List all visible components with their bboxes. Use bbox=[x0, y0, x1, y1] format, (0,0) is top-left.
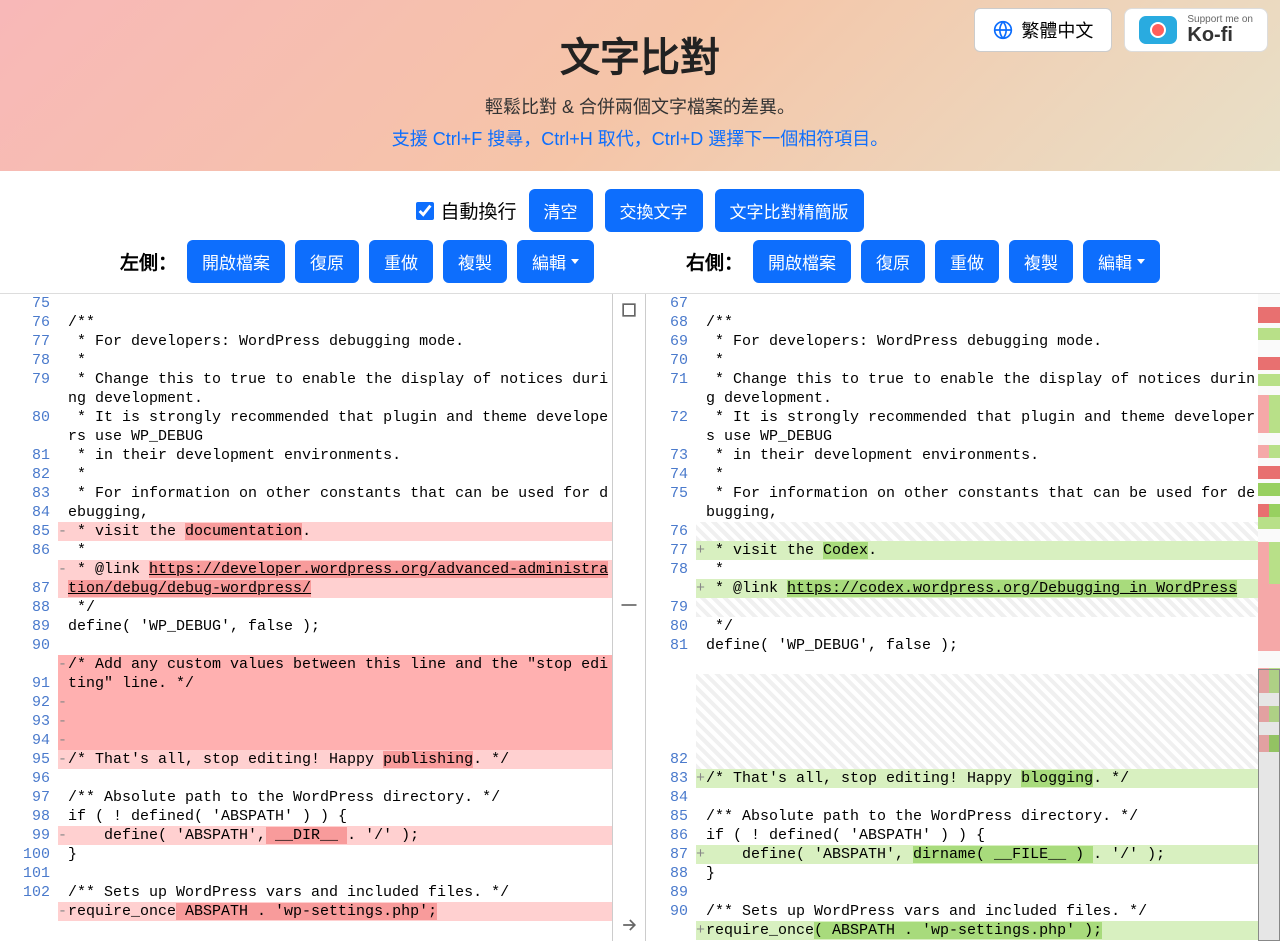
right-undo-button[interactable]: 復原 bbox=[861, 240, 925, 283]
left-open-button[interactable]: 開啟檔案 bbox=[187, 240, 285, 283]
minimap[interactable] bbox=[1258, 294, 1280, 941]
sides-toolbar: 左側： 開啟檔案 復原 重做 複製 編輯 右側： 開啟檔案 復原 重做 複製 編… bbox=[0, 240, 1280, 293]
right-copy-button[interactable]: 複製 bbox=[1009, 240, 1073, 283]
kofi-button[interactable]: Support me on Ko-fi bbox=[1124, 8, 1268, 52]
language-button[interactable]: 繁體中文 bbox=[974, 8, 1112, 52]
chevron-down-icon bbox=[1137, 259, 1145, 264]
header: 繁體中文 Support me on Ko-fi 文字比對 輕鬆比對 & 合併兩… bbox=[0, 0, 1280, 171]
left-code[interactable]: /** * For developers: WordPress debuggin… bbox=[58, 294, 612, 941]
left-edit-button[interactable]: 編輯 bbox=[517, 240, 594, 283]
language-label: 繁體中文 bbox=[1021, 17, 1093, 43]
globe-icon bbox=[993, 20, 1013, 40]
merge-marker-top[interactable] bbox=[619, 300, 639, 320]
main-toolbar: 自動換行 清空 交換文字 文字比對精簡版 bbox=[0, 171, 1280, 240]
diff-view: 7576777879808182838485868788899091929394… bbox=[0, 293, 1280, 941]
right-pane[interactable]: 6768697071727374757677787980818283848586… bbox=[646, 294, 1258, 941]
merge-divider-icon[interactable] bbox=[619, 595, 639, 615]
right-line-numbers: 6768697071727374757677787980818283848586… bbox=[646, 294, 696, 941]
wrap-checkbox[interactable] bbox=[416, 202, 434, 220]
wrap-toggle[interactable]: 自動換行 bbox=[416, 197, 516, 224]
swap-button[interactable]: 交換文字 bbox=[605, 189, 703, 232]
left-side-label: 左側： bbox=[120, 248, 177, 275]
right-side-label: 右側： bbox=[686, 248, 743, 275]
kofi-icon bbox=[1139, 16, 1177, 44]
left-undo-button[interactable]: 復原 bbox=[295, 240, 359, 283]
left-pane[interactable]: 7576777879808182838485868788899091929394… bbox=[0, 294, 612, 941]
shortcuts-hint: 支援 Ctrl+F 搜尋，Ctrl+H 取代，Ctrl+D 選擇下一個相符項目。 bbox=[20, 125, 1260, 151]
chevron-down-icon bbox=[571, 259, 579, 264]
right-edit-button[interactable]: 編輯 bbox=[1083, 240, 1160, 283]
clear-button[interactable]: 清空 bbox=[529, 189, 593, 232]
right-redo-button[interactable]: 重做 bbox=[935, 240, 999, 283]
merge-right-arrow-icon[interactable] bbox=[619, 915, 639, 935]
left-line-numbers: 7576777879808182838485868788899091929394… bbox=[0, 294, 58, 941]
left-redo-button[interactable]: 重做 bbox=[369, 240, 433, 283]
lite-button[interactable]: 文字比對精簡版 bbox=[715, 189, 864, 232]
page-subtitle: 輕鬆比對 & 合併兩個文字檔案的差異。 bbox=[20, 93, 1260, 119]
left-copy-button[interactable]: 複製 bbox=[443, 240, 507, 283]
kofi-name: Ko-fi bbox=[1187, 25, 1233, 45]
right-open-button[interactable]: 開啟檔案 bbox=[753, 240, 851, 283]
right-code[interactable]: /** * For developers: WordPress debuggin… bbox=[696, 294, 1258, 941]
merge-gutter bbox=[612, 294, 646, 941]
